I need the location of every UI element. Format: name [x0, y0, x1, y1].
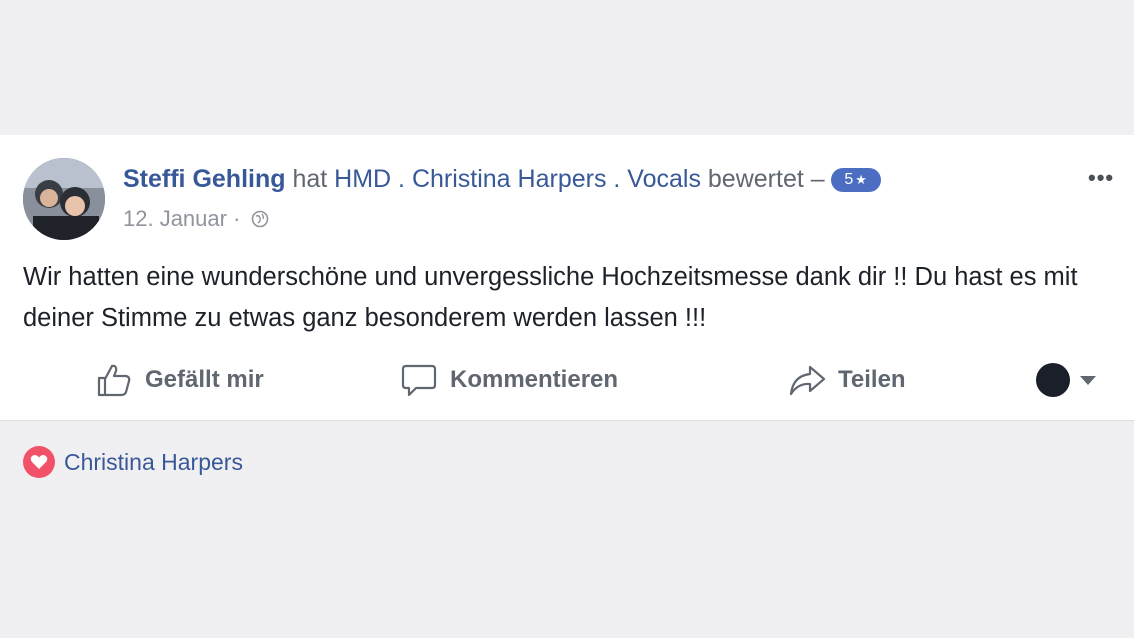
- reaction-names[interactable]: Christina Harpers: [64, 449, 243, 476]
- audience-selector[interactable]: [1036, 363, 1096, 397]
- reactions-row: Christina Harpers: [23, 446, 243, 478]
- comment-label: Kommentieren: [450, 366, 619, 393]
- thumbs-up-icon: [97, 364, 131, 397]
- like-button[interactable]: Gefällt mir: [95, 357, 264, 403]
- comment-icon: [401, 364, 437, 397]
- action-bar: Gefällt mir Kommentieren Teilen: [0, 357, 1134, 403]
- meta-separator: ·: [233, 206, 241, 231]
- rating-value: 5: [844, 170, 854, 188]
- action-text: bewertet –: [707, 165, 825, 193]
- post-text: Wir hatten eine wunderschöne und unverge…: [23, 263, 1078, 332]
- star-icon: ★: [855, 171, 867, 187]
- globe-icon[interactable]: [251, 210, 269, 228]
- post-header: Steffi Gehling hat HMD . Christina Harpe…: [123, 165, 881, 194]
- more-options-icon[interactable]: •••: [1088, 165, 1114, 191]
- post-meta: 12. Januar ·: [123, 206, 269, 232]
- page-avatar: [1036, 363, 1070, 397]
- author-avatar[interactable]: [23, 158, 105, 240]
- heart-icon[interactable]: [23, 446, 55, 478]
- post-date[interactable]: 12. Januar: [123, 206, 227, 232]
- share-label: Teilen: [838, 366, 906, 393]
- share-button[interactable]: Teilen: [788, 357, 906, 403]
- rating-badge: 5 ★: [830, 167, 881, 192]
- comment-button[interactable]: Kommentieren: [400, 357, 618, 403]
- caret-down-icon: [1080, 375, 1096, 385]
- post-card: Steffi Gehling hat HMD . Christina Harpe…: [0, 135, 1134, 421]
- author-name[interactable]: Steffi Gehling: [123, 165, 286, 194]
- like-label: Gefällt mir: [145, 366, 264, 393]
- share-icon: [789, 365, 826, 396]
- verb-text: hat: [292, 165, 328, 193]
- page-link[interactable]: HMD . Christina Harpers . Vocals: [334, 165, 701, 194]
